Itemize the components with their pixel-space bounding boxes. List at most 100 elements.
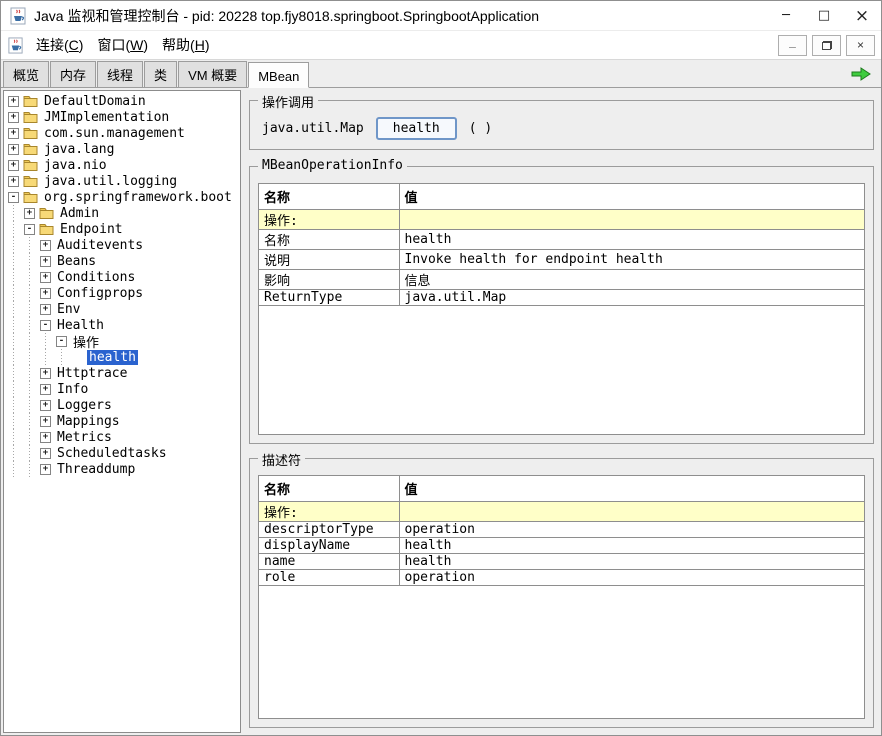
tree-node-label: Beans: [55, 254, 98, 269]
table-row[interactable]: displayNamehealth: [259, 538, 864, 554]
expand-toggle-icon[interactable]: +: [40, 432, 51, 443]
expand-toggle-icon[interactable]: +: [40, 240, 51, 251]
tree-guide-line: [8, 333, 24, 349]
expand-toggle-icon[interactable]: +: [8, 160, 19, 171]
tree-node-com.sun.management[interactable]: + com.sun.management: [4, 125, 240, 141]
minimize-button[interactable]: ─: [767, 1, 805, 30]
tree-node-Endpoint[interactable]: -Endpoint: [4, 221, 240, 237]
tree-node-DefaultDomain[interactable]: +DefaultDomain: [4, 93, 240, 109]
expand-toggle-icon[interactable]: +: [40, 256, 51, 267]
expand-toggle-icon[interactable]: +: [40, 464, 51, 475]
table-row[interactable]: ReturnTypejava.util.Map: [259, 290, 864, 306]
tree-node-Mappings[interactable]: + Mappings: [4, 413, 240, 429]
menu-connect[interactable]: 连接(C): [29, 32, 90, 58]
folder-icon: [23, 111, 38, 123]
maximize-button[interactable]: □: [805, 1, 843, 30]
tree-guide-line: [8, 445, 24, 461]
frame-restore-button[interactable]: [812, 35, 841, 56]
close-button[interactable]: ×: [843, 1, 881, 30]
table-row[interactable]: roleoperation: [259, 570, 864, 586]
tree-node-Auditevents[interactable]: + Auditevents: [4, 237, 240, 253]
table-row[interactable]: namehealth: [259, 554, 864, 570]
tree-node-label: Auditevents: [55, 238, 145, 253]
tree-guide-line: [24, 317, 40, 333]
tab-VM 概要[interactable]: VM 概要: [178, 61, 247, 87]
expand-toggle-icon[interactable]: +: [8, 112, 19, 123]
collapse-toggle-icon[interactable]: -: [56, 336, 67, 347]
tree-node-Admin[interactable]: +Admin: [4, 205, 240, 221]
operation-info-panel: MBeanOperationInfo 名称值操作:名称health说明Invok…: [249, 166, 874, 444]
tree-node-label: java.lang: [42, 142, 116, 157]
tab-概览[interactable]: 概览: [3, 61, 49, 87]
tree-node-Threaddump[interactable]: +Threaddump: [4, 461, 240, 477]
tree-node-label: Mappings: [55, 414, 122, 429]
descriptor-table: 名称值操作:descriptorTypeoperationdisplayName…: [259, 476, 864, 586]
expand-toggle-icon[interactable]: +: [8, 144, 19, 155]
tree-node-health[interactable]: health: [4, 349, 240, 365]
section-row[interactable]: 操作:: [259, 210, 864, 230]
collapse-toggle-icon[interactable]: -: [8, 192, 19, 203]
collapse-toggle-icon[interactable]: -: [24, 224, 35, 235]
collapse-toggle-icon[interactable]: -: [40, 320, 51, 331]
expand-toggle-icon[interactable]: +: [8, 128, 19, 139]
expand-toggle-icon[interactable]: +: [8, 96, 19, 107]
health-operation-button[interactable]: health: [376, 117, 457, 140]
tree-guide-line: [8, 397, 24, 413]
expand-toggle-icon[interactable]: +: [40, 304, 51, 315]
tab-线程[interactable]: 线程: [97, 61, 143, 87]
tree-guide-line: [24, 413, 40, 429]
table-row[interactable]: 说明Invoke health for endpoint health: [259, 250, 864, 270]
tree-node-label: Loggers: [55, 398, 114, 413]
frame-minimize-button[interactable]: _: [778, 35, 807, 56]
table-row[interactable]: 影响信息: [259, 270, 864, 290]
operation-info-viewport: 名称值操作:名称health说明Invoke health for endpoi…: [258, 183, 865, 435]
tree-node-label: Env: [55, 302, 82, 317]
menu-help[interactable]: 帮助(H): [155, 32, 216, 58]
expand-toggle-icon[interactable]: +: [40, 384, 51, 395]
expand-toggle-icon[interactable]: +: [40, 416, 51, 427]
section-row[interactable]: 操作:: [259, 502, 864, 522]
tree-node-Configprops[interactable]: +Configprops: [4, 285, 240, 301]
expand-toggle-icon[interactable]: +: [40, 448, 51, 459]
tree-node-JMImplementation[interactable]: + JMImplementation: [4, 109, 240, 125]
table-row[interactable]: 名称health: [259, 230, 864, 250]
tree-node-Beans[interactable]: + Beans: [4, 253, 240, 269]
tab-MBean[interactable]: MBean: [248, 62, 309, 88]
column-header[interactable]: 值: [399, 476, 864, 502]
tree-node-Httptrace[interactable]: +Httptrace: [4, 365, 240, 381]
table-row[interactable]: descriptorTypeoperation: [259, 522, 864, 538]
expand-toggle-icon[interactable]: +: [40, 400, 51, 411]
tree-node-Loggers[interactable]: + Loggers: [4, 397, 240, 413]
column-header[interactable]: 名称: [259, 476, 399, 502]
tab-内存[interactable]: 内存: [50, 61, 96, 87]
tree-node-label: com.sun.management: [42, 126, 187, 141]
tree-node-java.util.logging[interactable]: +java.util.logging: [4, 173, 240, 189]
tree-node-Scheduledtasks[interactable]: +Scheduledtasks: [4, 445, 240, 461]
frame-close-button[interactable]: ×: [846, 35, 875, 56]
expand-toggle-icon[interactable]: +: [40, 288, 51, 299]
expand-toggle-icon[interactable]: +: [8, 176, 19, 187]
menu-window[interactable]: 窗口(W): [90, 32, 155, 58]
table-header-row: 名称值: [259, 184, 864, 210]
tree-node-label: JMImplementation: [42, 110, 171, 125]
tree-guide-line: [8, 221, 24, 237]
tree-node-Health[interactable]: -Health: [4, 317, 240, 333]
tree-node-java.nio[interactable]: +java.nio: [4, 157, 240, 173]
expand-toggle-icon[interactable]: +: [24, 208, 35, 219]
column-header[interactable]: 名称: [259, 184, 399, 210]
tab-类[interactable]: 类: [144, 61, 177, 87]
tree-node-Conditions[interactable]: +Conditions: [4, 269, 240, 285]
tree-node-label: Health: [55, 318, 106, 333]
expand-toggle-icon[interactable]: +: [40, 272, 51, 283]
tree-node-org.springframework.boot[interactable]: -org.springframework.boot: [4, 189, 240, 205]
tree-node-Env[interactable]: + Env: [4, 301, 240, 317]
tree-node-label: Info: [55, 382, 90, 397]
expand-toggle-icon[interactable]: +: [40, 368, 51, 379]
folder-icon: [23, 127, 38, 139]
column-header[interactable]: 值: [399, 184, 864, 210]
operation-invoke-row: java.util.Map health ( ): [250, 101, 873, 149]
tree-node-操作[interactable]: -操作: [4, 333, 240, 349]
tree-node-java.lang[interactable]: + java.lang: [4, 141, 240, 157]
tree-node-Metrics[interactable]: +Metrics: [4, 429, 240, 445]
tree-node-Info[interactable]: + Info: [4, 381, 240, 397]
